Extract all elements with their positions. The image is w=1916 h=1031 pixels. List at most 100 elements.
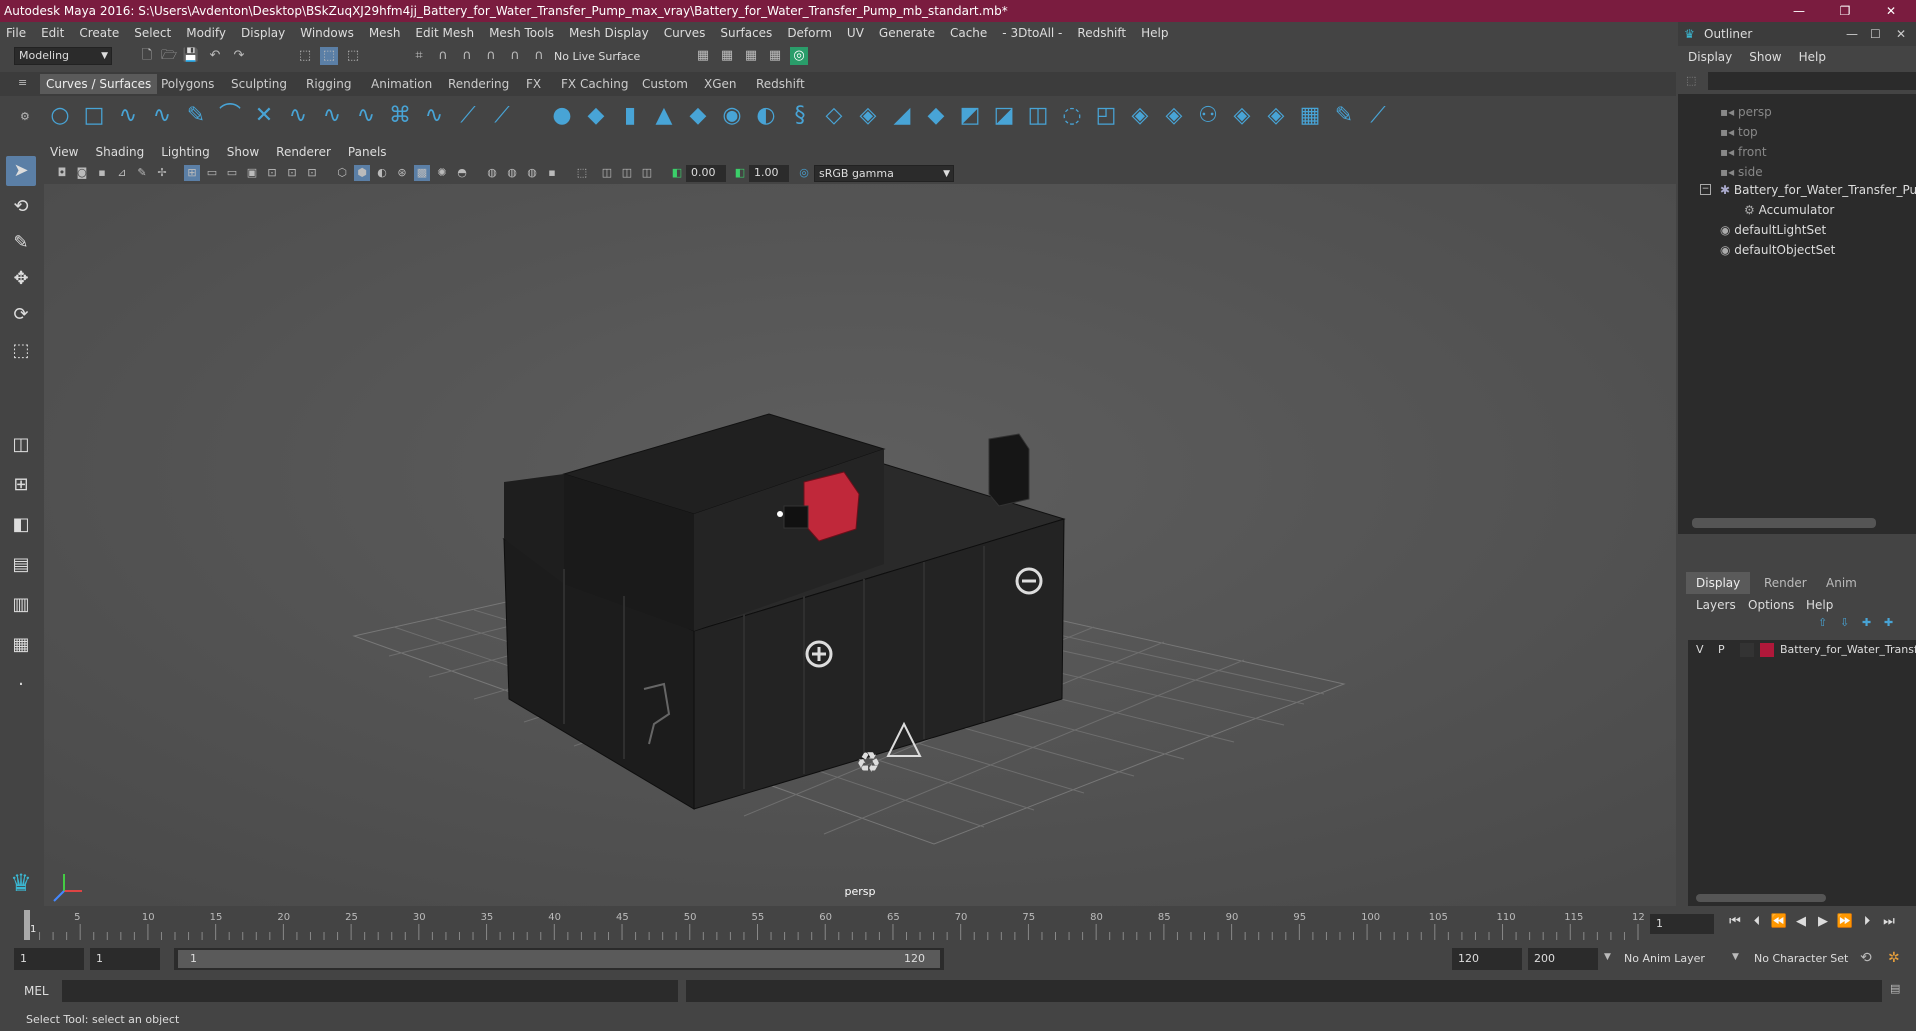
align-surface-icon[interactable]: ◈ bbox=[1228, 102, 1256, 130]
magnet-icon[interactable]: ∩ bbox=[530, 47, 548, 65]
collapse-icon[interactable]: − bbox=[1700, 184, 1711, 195]
range-bar[interactable]: 1 120 bbox=[178, 950, 940, 968]
menu-redshift[interactable]: Redshift bbox=[1077, 26, 1126, 40]
time-slider[interactable]: 5 10 15 20 25 30 35 40 45 50 55 60 65 70 75 80 85 90 95 100… bbox=[0, 906, 1916, 944]
filter-icon[interactable]: ⬚ bbox=[1686, 74, 1696, 87]
antialias-icon[interactable]: ◍ bbox=[524, 165, 540, 181]
layer-row[interactable]: V P Battery_for_Water_Transf bbox=[1688, 640, 1916, 660]
new-layer-icon[interactable]: ✚ bbox=[1862, 616, 1871, 629]
lasso-tool-icon[interactable]: ⟲ bbox=[6, 192, 36, 222]
isolate-select-icon[interactable]: ⬚ bbox=[574, 165, 590, 181]
step-back-icon[interactable]: ⏴ bbox=[1748, 913, 1766, 931]
reverse-curve-icon[interactable]: ∿ bbox=[420, 102, 448, 130]
menu-cache[interactable]: Cache bbox=[950, 26, 987, 40]
menu-3dtoall[interactable]: - 3DtoAll - bbox=[1002, 26, 1062, 40]
snap-surface-icon[interactable]: ∩ bbox=[506, 47, 524, 65]
character-set-dropdown[interactable]: No Character Set bbox=[1748, 949, 1870, 969]
current-frame-field[interactable]: 1 bbox=[1650, 914, 1714, 934]
viewport-menu-view[interactable]: View bbox=[50, 145, 78, 159]
grid-toggle-icon[interactable]: ⊞ bbox=[184, 165, 200, 181]
menu-mesh[interactable]: Mesh bbox=[369, 26, 401, 40]
gamma-field[interactable]: 1.00 bbox=[749, 165, 789, 182]
script-editor-icon[interactable]: ▤ bbox=[1890, 982, 1900, 995]
auto-key-icon[interactable]: ⟲ bbox=[1860, 950, 1872, 966]
extend-curve-icon[interactable]: ∿ bbox=[352, 102, 380, 130]
xray-components-icon[interactable]: ◫ bbox=[639, 165, 655, 181]
select-hierarchy-icon[interactable]: ⬚ bbox=[296, 47, 314, 65]
play-forward-icon[interactable]: ▶ bbox=[1814, 913, 1832, 931]
exposure-icon[interactable]: ◧ bbox=[669, 165, 685, 181]
tab-rigging[interactable]: Rigging bbox=[300, 74, 357, 94]
menu-curves[interactable]: Curves bbox=[664, 26, 706, 40]
menu-display[interactable]: Display bbox=[241, 26, 285, 40]
undo-icon[interactable]: ↶ bbox=[206, 47, 224, 65]
playback-end-field[interactable]: 120 bbox=[1452, 948, 1522, 970]
close-button[interactable]: ✕ bbox=[1868, 0, 1914, 22]
nurbs-sphere-icon[interactable]: ● bbox=[548, 102, 576, 130]
open-close-icon[interactable]: ◈ bbox=[1262, 102, 1290, 130]
arc-tool-icon[interactable]: ⌒ bbox=[216, 102, 244, 130]
single-view-icon[interactable]: ◫ bbox=[6, 430, 36, 460]
wireframe-icon[interactable]: ⬡ bbox=[334, 165, 350, 181]
menu-mesh-tools[interactable]: Mesh Tools bbox=[489, 26, 554, 40]
layers-menu-help[interactable]: Help bbox=[1806, 598, 1833, 612]
paint-select-icon[interactable]: ✎ bbox=[6, 228, 36, 258]
render-frame-icon[interactable]: ▦ bbox=[718, 47, 736, 65]
anim-layer-dropdown[interactable]: No Anim Layer bbox=[1618, 949, 1738, 969]
layers-menu-layers[interactable]: Layers bbox=[1696, 598, 1736, 612]
pencil-curve-icon[interactable]: ✎ bbox=[182, 102, 210, 130]
step-back-key-icon[interactable]: ⏪ bbox=[1770, 913, 1788, 931]
two-view-icon[interactable]: ◧ bbox=[6, 510, 36, 540]
layer-playback-toggle[interactable]: P bbox=[1718, 643, 1725, 656]
xray-joints-icon[interactable]: ◫ bbox=[619, 165, 635, 181]
planar-icon[interactable]: ◇ bbox=[820, 102, 848, 130]
outliner-item-front[interactable]: ▪◂ front bbox=[1720, 142, 1767, 162]
boolean-icon[interactable]: ◪ bbox=[990, 102, 1018, 130]
camera-attributes-icon[interactable]: ◙ bbox=[74, 165, 90, 181]
menu-surfaces[interactable]: Surfaces bbox=[720, 26, 772, 40]
revolve-icon[interactable]: ◐ bbox=[752, 102, 780, 130]
nurbs-torus-icon[interactable]: ◉ bbox=[718, 102, 746, 130]
viewport-menu-panels[interactable]: Panels bbox=[348, 145, 387, 159]
curve-tool-icon[interactable]: ✕ bbox=[250, 102, 278, 130]
gamma-icon[interactable]: ◧ bbox=[732, 165, 748, 181]
time-ruler[interactable]: 5 10 15 20 25 30 35 40 45 50 55 60 65 70 75 80 85 90 95 100… bbox=[24, 910, 1651, 940]
snap-point-icon[interactable]: ∩ bbox=[458, 47, 476, 65]
viewport-menu-show[interactable]: Show bbox=[227, 145, 259, 159]
nurbs-cube-icon[interactable]: ◆ bbox=[582, 102, 610, 130]
rebuild-curve-icon[interactable]: ∿ bbox=[284, 102, 312, 130]
ipr-render-icon[interactable]: ▦ bbox=[742, 47, 760, 65]
resolution-gate-icon[interactable]: ▭ bbox=[224, 165, 240, 181]
offset-curve-icon[interactable]: ⌘ bbox=[386, 102, 414, 130]
outliner-menu-display[interactable]: Display bbox=[1688, 50, 1732, 68]
textured-icon[interactable]: ▩ bbox=[414, 165, 430, 181]
exposure-field[interactable]: 0.00 bbox=[686, 165, 726, 182]
viewport-menu-renderer[interactable]: Renderer bbox=[276, 145, 331, 159]
minimize-button[interactable]: — bbox=[1776, 0, 1822, 22]
xray-icon[interactable]: ◫ bbox=[599, 165, 615, 181]
anim-start-field[interactable]: 1 bbox=[14, 948, 84, 970]
tab-custom[interactable]: Custom bbox=[636, 74, 694, 94]
outliner-search-input[interactable] bbox=[1708, 72, 1916, 90]
menu-deform[interactable]: Deform bbox=[787, 26, 832, 40]
outliner-item-top[interactable]: ▪◂ top bbox=[1720, 122, 1758, 142]
open-scene-icon[interactable]: 🗁 bbox=[160, 47, 178, 65]
outliner-item-battery-group[interactable]: ✱ Battery_for_Water_Transfer_Pump bbox=[1720, 180, 1916, 200]
move-tool-icon[interactable]: ✥ bbox=[6, 264, 36, 294]
image-plane-icon[interactable]: ⊿ bbox=[114, 165, 130, 181]
attach-surface-icon[interactable]: ⚇ bbox=[1194, 102, 1222, 130]
new-layer-selected-icon[interactable]: ✚ bbox=[1884, 616, 1893, 629]
scale-tool-icon[interactable]: ⬚ bbox=[6, 336, 36, 366]
layer-type-toggle[interactable] bbox=[1740, 643, 1754, 657]
detach-surface-icon[interactable]: ◈ bbox=[1160, 102, 1188, 130]
wireframe-on-shaded-icon[interactable]: ⊛ bbox=[394, 165, 410, 181]
surface-fillet-icon[interactable]: ◩ bbox=[956, 102, 984, 130]
cv-curve-icon[interactable]: ∿ bbox=[114, 102, 142, 130]
birail-icon[interactable]: ◢ bbox=[888, 102, 916, 130]
snap-grid-icon[interactable]: ⌗ bbox=[410, 47, 428, 65]
menu-windows[interactable]: Windows bbox=[300, 26, 354, 40]
save-scene-icon[interactable]: 💾 bbox=[182, 47, 200, 65]
move-layer-down-icon[interactable]: ⇩ bbox=[1840, 616, 1849, 629]
viewport-persp[interactable]: ♻ persp bbox=[44, 184, 1676, 906]
select-component-icon[interactable]: ⬚ bbox=[344, 47, 362, 65]
